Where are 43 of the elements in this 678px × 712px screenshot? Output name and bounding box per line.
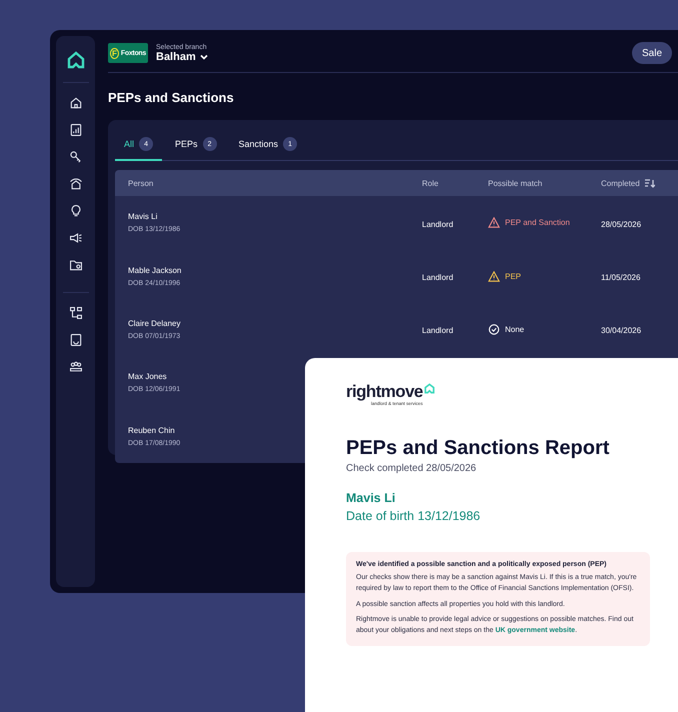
check-circle-icon bbox=[488, 324, 500, 335]
completed-date: 30/04/2026 bbox=[601, 326, 642, 336]
role-cell: Landlord bbox=[422, 326, 454, 336]
report-person-name: Mavis Li bbox=[346, 491, 396, 505]
column-header: Role bbox=[422, 178, 438, 188]
report-person-dob: Date of birth 13/12/1986 bbox=[346, 509, 482, 523]
key-icon[interactable] bbox=[68, 150, 82, 164]
people-icon[interactable] bbox=[68, 360, 82, 374]
logo-mark: F bbox=[110, 48, 119, 58]
column-header: Possible match bbox=[488, 178, 542, 188]
completed-date: 28/05/2026 bbox=[601, 220, 642, 229]
column-header[interactable]: Completed bbox=[601, 178, 640, 188]
role-cell: Landlord bbox=[422, 220, 454, 229]
sale-button[interactable]: Sale bbox=[632, 42, 672, 64]
megaphone-icon[interactable] bbox=[68, 230, 82, 244]
document-icon[interactable] bbox=[68, 332, 82, 346]
caret-icon[interactable] bbox=[200, 52, 208, 60]
house-logo-icon[interactable] bbox=[66, 50, 86, 70]
house-signal-icon[interactable] bbox=[68, 176, 82, 190]
brand-logo-text: rightmove bbox=[346, 383, 423, 401]
match-status: PEP bbox=[505, 272, 522, 281]
house-icon bbox=[424, 383, 435, 394]
column-header: Person bbox=[128, 178, 154, 188]
person-name: Claire Delaney bbox=[128, 318, 182, 328]
page-title: PEPs and Sanctions bbox=[108, 90, 235, 105]
house-icon[interactable] bbox=[68, 96, 82, 110]
sort-icon[interactable] bbox=[644, 178, 655, 188]
check-date: Check completed 28/05/2026 bbox=[346, 463, 478, 474]
person-name: Reuben Chin bbox=[128, 426, 176, 435]
branch-selector[interactable]: Balham bbox=[156, 50, 208, 62]
person-name: Mavis Li bbox=[128, 212, 158, 222]
lightbulb-icon[interactable] bbox=[68, 204, 82, 218]
report-title: PEPs and Sanctions Report bbox=[346, 437, 610, 460]
match-status: PEP and Sanction bbox=[505, 218, 570, 228]
completed-date: 11/05/2026 bbox=[601, 273, 640, 282]
warning-icon bbox=[488, 270, 500, 282]
person-name: Max Jones bbox=[128, 372, 168, 382]
warning-icon bbox=[488, 217, 500, 228]
match-status: None bbox=[505, 324, 524, 334]
hierarchy-icon[interactable] bbox=[68, 306, 82, 320]
role-cell: Landlord bbox=[422, 273, 454, 282]
chart-icon[interactable] bbox=[68, 122, 82, 136]
person-name: Mable Jackson bbox=[128, 266, 182, 275]
